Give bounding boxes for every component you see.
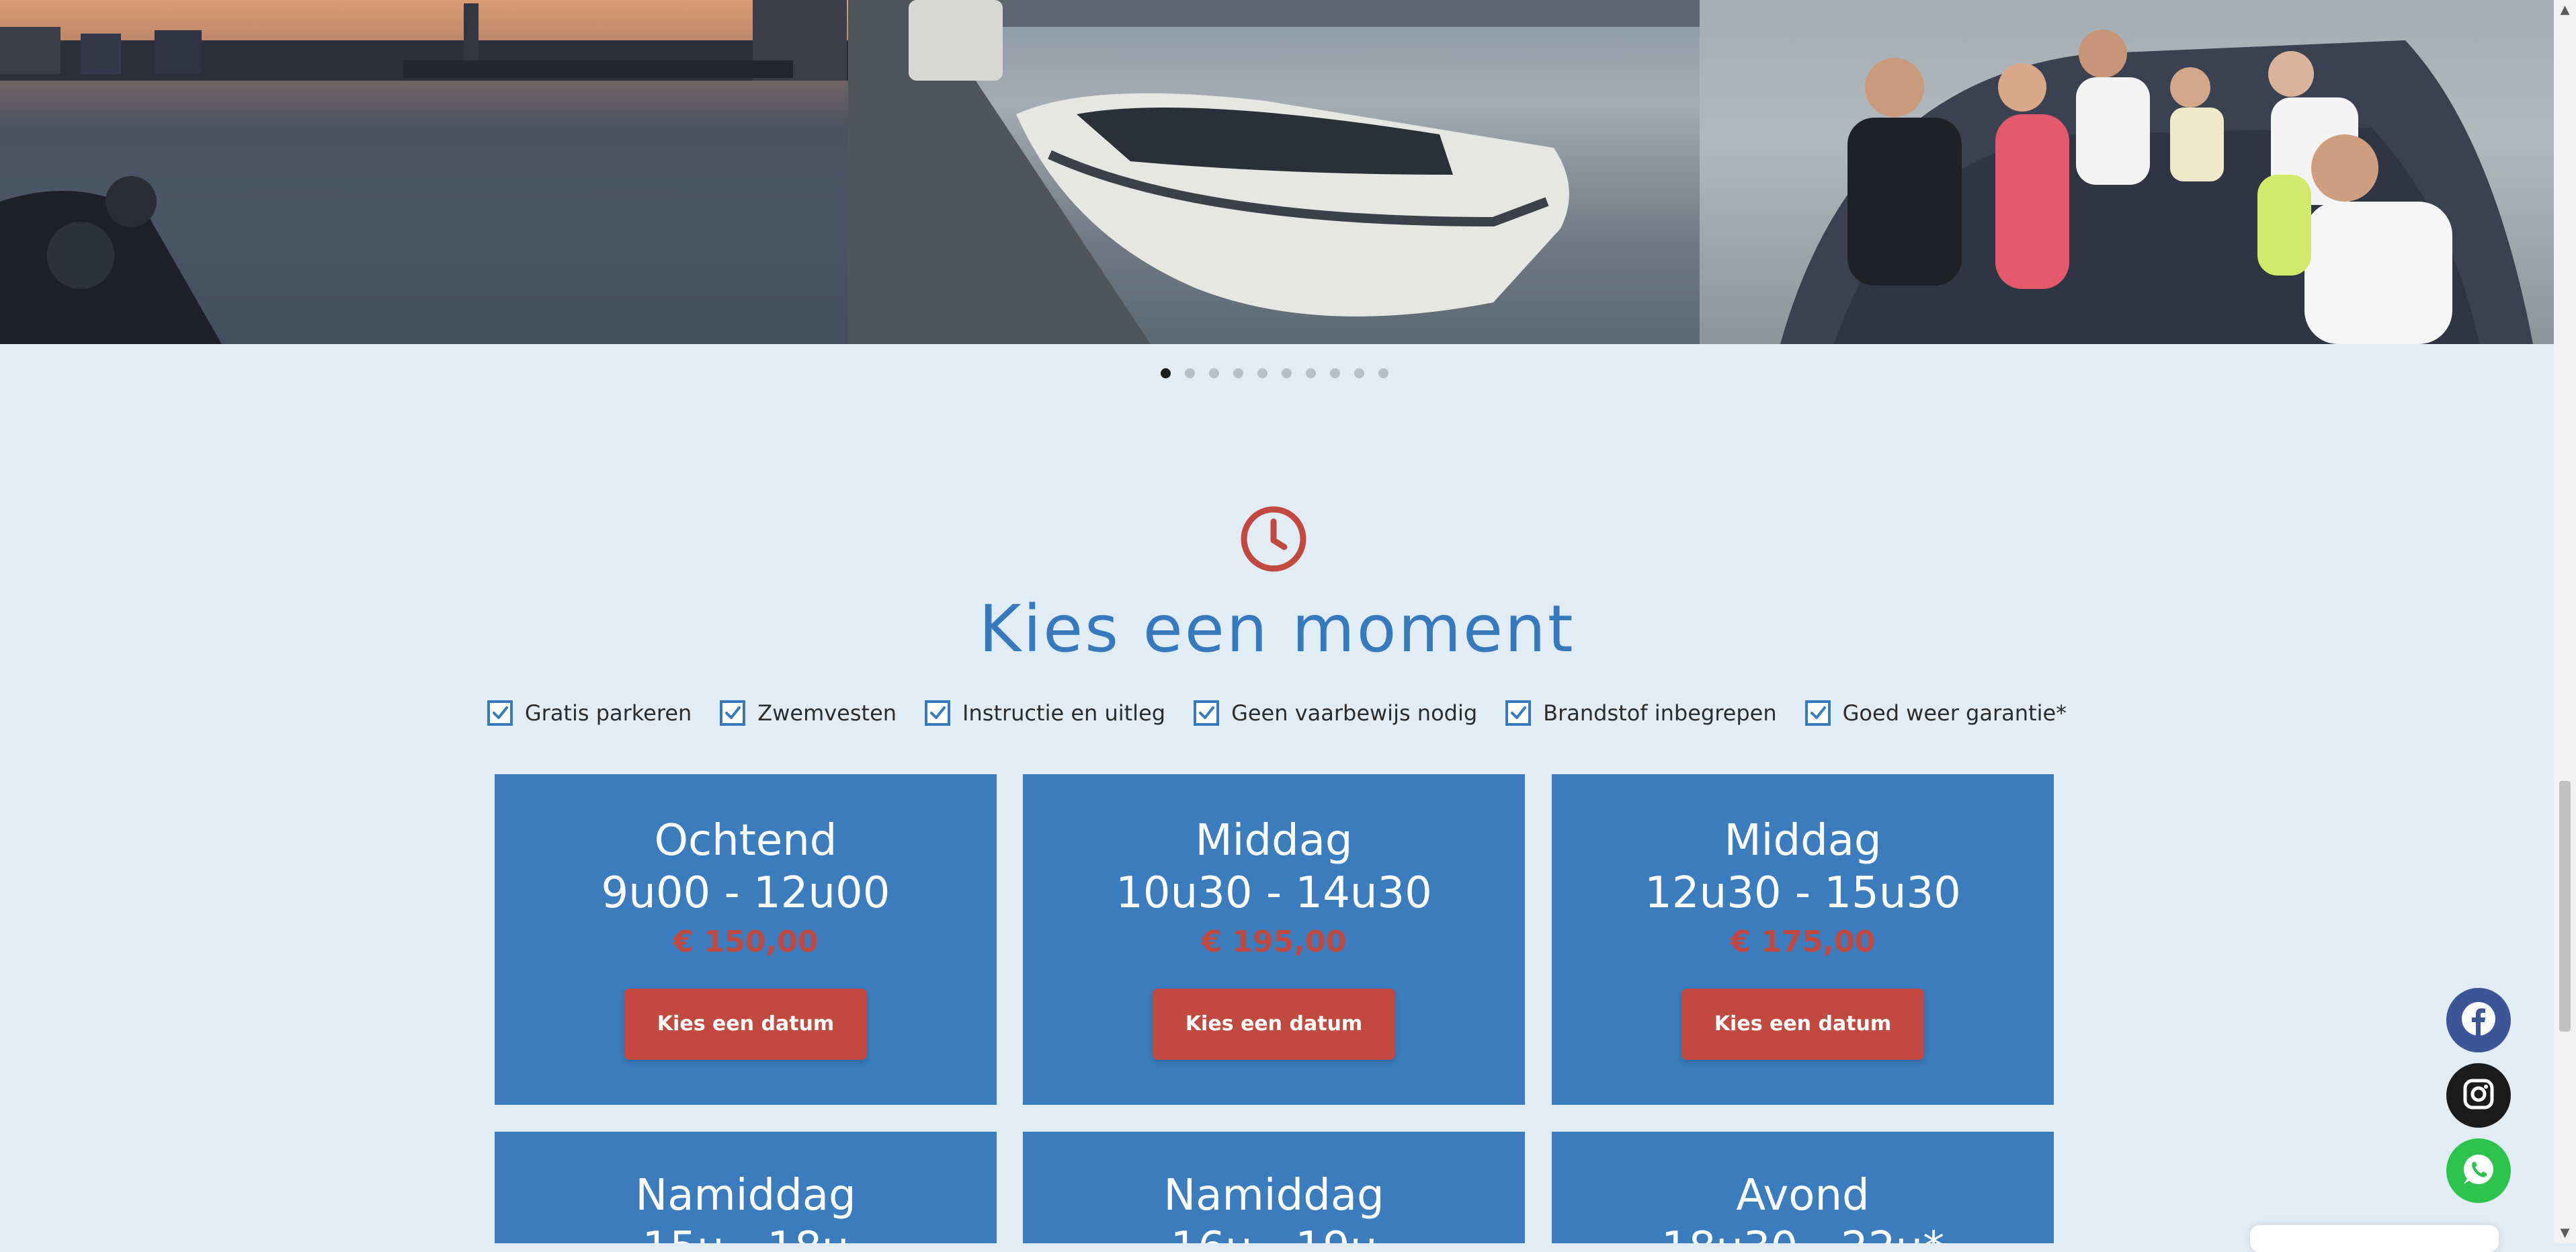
checkbox-icon [1194,700,1220,726]
card-title: Namiddag [635,1171,856,1220]
scrollbar-thumb[interactable] [2559,781,2571,1032]
feature-label: Zwemvesten [757,700,897,726]
photo-gallery[interactable] [0,0,2554,344]
feature-label: Brandstof inbegrepen [1543,700,1777,726]
carousel-dot-7[interactable] [1306,368,1316,378]
facebook-icon [2460,1001,2497,1040]
scroll-down-arrow-icon[interactable]: ▼ [2554,1223,2576,1243]
feature-item: Gratis parkeren [487,700,692,726]
choose-date-button[interactable]: Kies een datum [624,989,867,1060]
timeslot-card-namiddag-2: Namiddag 16u - 19u [1023,1132,1525,1243]
choose-date-button[interactable]: Kies een datum [1153,989,1395,1060]
carousel-dot-4[interactable] [1233,368,1243,378]
feature-item: Instructie en uitleg [925,700,1165,726]
scroll-up-arrow-icon[interactable]: ▲ [2554,0,2576,20]
card-time: 15u - 18u [495,1222,997,1243]
instagram-button[interactable] [2446,1063,2511,1128]
whatsapp-icon [2461,1152,2496,1190]
card-time: 9u00 - 12u00 [601,868,890,918]
clock-icon [1240,505,1307,573]
feature-item: Goed weer garantie* [1804,700,2067,726]
carousel-dot-10[interactable] [1378,368,1388,378]
card-time: 18u30 - 22u* [1552,1222,2054,1243]
carousel-dots [1161,368,1388,378]
feature-item: Geen vaarbewijs nodig [1194,700,1477,726]
card-title: Ochtend [654,816,837,866]
timeslot-card-middag-1: Middag 10u30 - 14u30 € 195,00 Kies een d… [1023,774,1525,1105]
card-time: 12u30 - 15u30 [1645,868,1961,918]
feature-label: Goed weer garantie* [1842,700,2067,726]
section-title: Kies een moment [979,591,1575,667]
feature-item: Zwemvesten [720,700,897,726]
timeslot-card-middag-2: Middag 12u30 - 15u30 € 175,00 Kies een d… [1552,774,2054,1105]
sunset-river-photo [0,0,848,344]
checkbox-icon [720,700,746,726]
choose-date-button[interactable]: Kies een datum [1681,989,1924,1060]
feature-label: Gratis parkeren [524,700,692,726]
page-scrollbar[interactable]: ▲ ▼ [2554,0,2576,1243]
chat-widget-tab[interactable] [2250,1225,2499,1252]
feature-list: Gratis parkeren Zwemvesten Instructie en… [0,700,2554,726]
carousel-dot-2[interactable] [1185,368,1195,378]
carousel-dot-9[interactable] [1354,368,1364,378]
card-title: Namiddag [1163,1171,1384,1220]
whatsapp-button[interactable] [2446,1138,2511,1203]
carousel-dot-6[interactable] [1282,368,1292,378]
timeslot-card-avond: Avond 18u30 - 22u* [1552,1132,2054,1243]
instagram-icon [2462,1078,2495,1113]
boat-at-dock-photo [848,0,1700,344]
feature-item: Brandstof inbegrepen [1505,700,1777,726]
card-price: € 195,00 [1201,925,1347,959]
card-price: € 175,00 [1730,925,1876,959]
carousel-dot-8[interactable] [1330,368,1340,378]
checkbox-icon [1505,700,1532,726]
checkbox-icon [925,700,951,726]
group-on-boat-photo [1700,0,2554,344]
card-price: € 150,00 [673,925,819,959]
carousel-dot-1[interactable] [1161,368,1171,378]
card-title: Avond [1736,1171,1870,1220]
checkbox-icon [487,700,513,726]
timeslot-card-namiddag-1: Namiddag 15u - 18u [495,1132,997,1243]
card-time: 16u - 19u [1023,1222,1525,1243]
checkbox-icon [1804,700,1831,726]
feature-label: Geen vaarbewijs nodig [1231,700,1478,726]
card-title: Middag [1724,816,1882,866]
facebook-button[interactable] [2446,988,2511,1052]
card-time: 10u30 - 14u30 [1116,868,1432,918]
carousel-dot-3[interactable] [1209,368,1219,378]
card-title: Middag [1195,816,1353,866]
carousel-dot-5[interactable] [1257,368,1268,378]
timeslot-card-ochtend: Ochtend 9u00 - 12u00 € 150,00 Kies een d… [495,774,997,1105]
feature-label: Instructie en uitleg [962,700,1166,726]
